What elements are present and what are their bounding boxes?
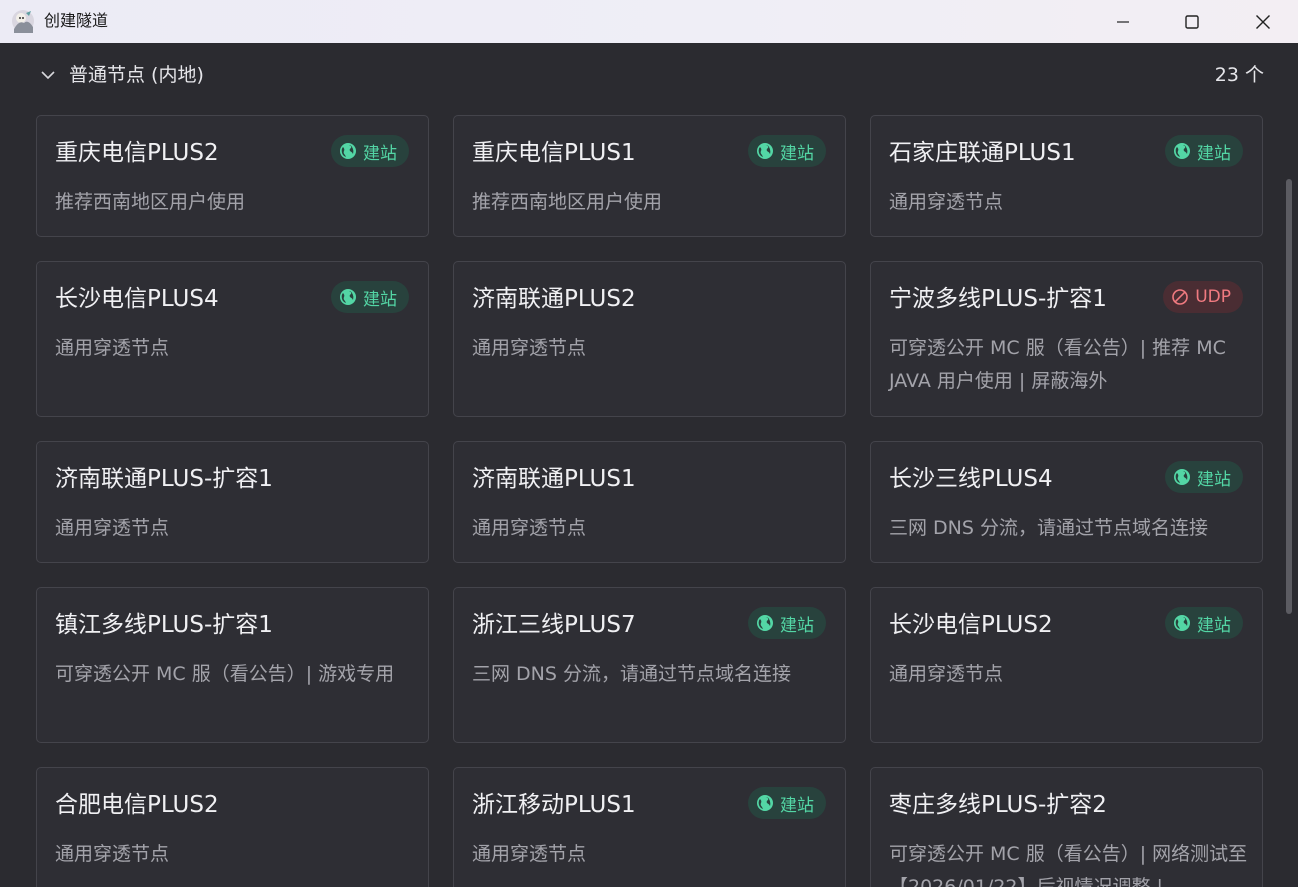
udp-badge: UDP [1163,281,1243,313]
badge-label: 建站 [780,795,814,816]
site-badge: 建站 [1165,461,1243,493]
node-card-title: 济南联通PLUS2 [472,286,636,312]
node-card-description: 通用穿透节点 [472,337,587,359]
node-card[interactable]: 浙江三线PLUS7 三网 DNS 分流，请通过节点域名连接 建站 [453,587,846,743]
node-card[interactable]: 济南联通PLUS-扩容1 通用穿透节点 [36,441,429,563]
node-card[interactable]: 长沙电信PLUS2 通用穿透节点 建站 [870,587,1263,743]
node-card-title: 宁波多线PLUS-扩容1 [889,286,1107,312]
node-card[interactable]: 枣庄多线PLUS-扩容2 可穿透公开 MC 服（看公告）| 网络测试至【2026/… [870,767,1263,887]
node-card-description: 通用穿透节点 [889,663,1004,685]
close-icon [1256,14,1270,29]
globe-icon [757,615,773,631]
badge-label: 建站 [1197,615,1231,636]
node-card[interactable]: 石家庄联通PLUS1 通用穿透节点 建站 [870,115,1263,237]
app-icon [12,10,34,33]
globe-icon [340,143,356,159]
node-card-description: 可穿透公开 MC 服（看公告）| 网络测试至【2026/01/22】后视情况调整… [889,843,1248,887]
ban-icon [1172,289,1189,305]
node-card[interactable]: 济南联通PLUS1 通用穿透节点 [453,441,846,563]
node-card-title: 镇江多线PLUS-扩容1 [55,612,273,638]
globe-icon [757,795,773,811]
window-title: 创建隧道 [44,11,109,30]
node-card-title: 长沙三线PLUS4 [889,466,1053,492]
site-badge: 建站 [748,607,826,639]
node-card-description: 三网 DNS 分流，请通过节点域名连接 [472,663,791,685]
node-card[interactable]: 浙江移动PLUS1 通用穿透节点 建站 [453,767,846,887]
node-card-description: 可穿透公开 MC 服（看公告）| 推荐 MC JAVA 用户使用 | 屏蔽海外 [889,337,1226,392]
globe-icon [340,289,356,305]
node-card-title: 石家庄联通PLUS1 [889,140,1076,166]
node-card-title: 枣庄多线PLUS-扩容2 [889,792,1107,818]
globe-icon [1174,615,1190,631]
section-header[interactable]: 普通节点 (内地) 23 个 [36,57,1264,93]
badge-label: 建站 [1197,143,1231,164]
node-card-description: 通用穿透节点 [55,337,170,359]
site-badge: 建站 [1165,135,1243,167]
site-badge: 建站 [1165,607,1243,639]
chevron-down-icon [41,71,55,80]
maximize-icon [1185,14,1199,29]
node-card-title: 合肥电信PLUS2 [55,792,219,818]
badge-label: 建站 [363,143,397,164]
globe-icon [1174,143,1190,159]
node-card-description: 推荐西南地区用户使用 [472,191,663,213]
close-button[interactable] [1229,0,1297,43]
title-bar: 创建隧道 [0,0,1298,43]
node-card[interactable]: 重庆电信PLUS2 推荐西南地区用户使用 建站 [36,115,429,237]
node-card[interactable]: 长沙电信PLUS4 通用穿透节点 建站 [36,261,429,417]
node-card-description: 通用穿透节点 [55,843,170,865]
node-card-title: 济南联通PLUS1 [472,466,636,492]
content-area: 普通节点 (内地) 23 个 重庆电信PLUS2 推荐西南地区用户使用 建站 重庆电信… [0,43,1298,887]
node-card-description: 推荐西南地区用户使用 [55,191,246,213]
node-card[interactable]: 重庆电信PLUS1 推荐西南地区用户使用 建站 [453,115,846,237]
scrollbar[interactable] [1286,179,1292,614]
node-card[interactable]: 宁波多线PLUS-扩容1 可穿透公开 MC 服（看公告）| 推荐 MC JAVA … [870,261,1263,417]
node-card-title: 长沙电信PLUS4 [55,286,219,312]
node-card-title: 浙江三线PLUS7 [472,612,636,638]
node-card[interactable]: 济南联通PLUS2 通用穿透节点 [453,261,846,417]
maximize-button[interactable] [1158,0,1226,43]
node-card[interactable]: 合肥电信PLUS2 通用穿透节点 [36,767,429,887]
node-card-description: 通用穿透节点 [472,517,587,539]
node-card-description: 通用穿透节点 [472,843,587,865]
badge-label: 建站 [1197,469,1231,490]
badge-label: UDP [1195,287,1231,307]
section-title: 普通节点 (内地) [69,64,204,86]
node-card-title: 重庆电信PLUS2 [55,140,219,166]
node-card-description: 通用穿透节点 [55,517,170,539]
section-count: 23 个 [1214,64,1264,86]
globe-icon [757,143,773,159]
node-card-title: 重庆电信PLUS1 [472,140,636,166]
badge-label: 建站 [363,289,397,310]
site-badge: 建站 [331,135,409,167]
badge-label: 建站 [780,615,814,636]
node-card-title: 济南联通PLUS-扩容1 [55,466,273,492]
site-badge: 建站 [748,787,826,819]
minimize-button[interactable] [1089,0,1157,43]
node-card[interactable]: 镇江多线PLUS-扩容1 可穿透公开 MC 服（看公告）| 游戏专用 [36,587,429,743]
node-card-description: 可穿透公开 MC 服（看公告）| 游戏专用 [55,663,395,685]
globe-icon [1174,469,1190,485]
node-card-title: 长沙电信PLUS2 [889,612,1053,638]
site-badge: 建站 [748,135,826,167]
node-card[interactable]: 长沙三线PLUS4 三网 DNS 分流，请通过节点域名连接 建站 [870,441,1263,563]
node-card-description: 三网 DNS 分流，请通过节点域名连接 [889,517,1208,539]
badge-label: 建站 [780,143,814,164]
node-card-description: 通用穿透节点 [889,191,1004,213]
minimize-icon [1117,20,1129,23]
site-badge: 建站 [331,281,409,313]
node-card-title: 浙江移动PLUS1 [472,792,636,818]
